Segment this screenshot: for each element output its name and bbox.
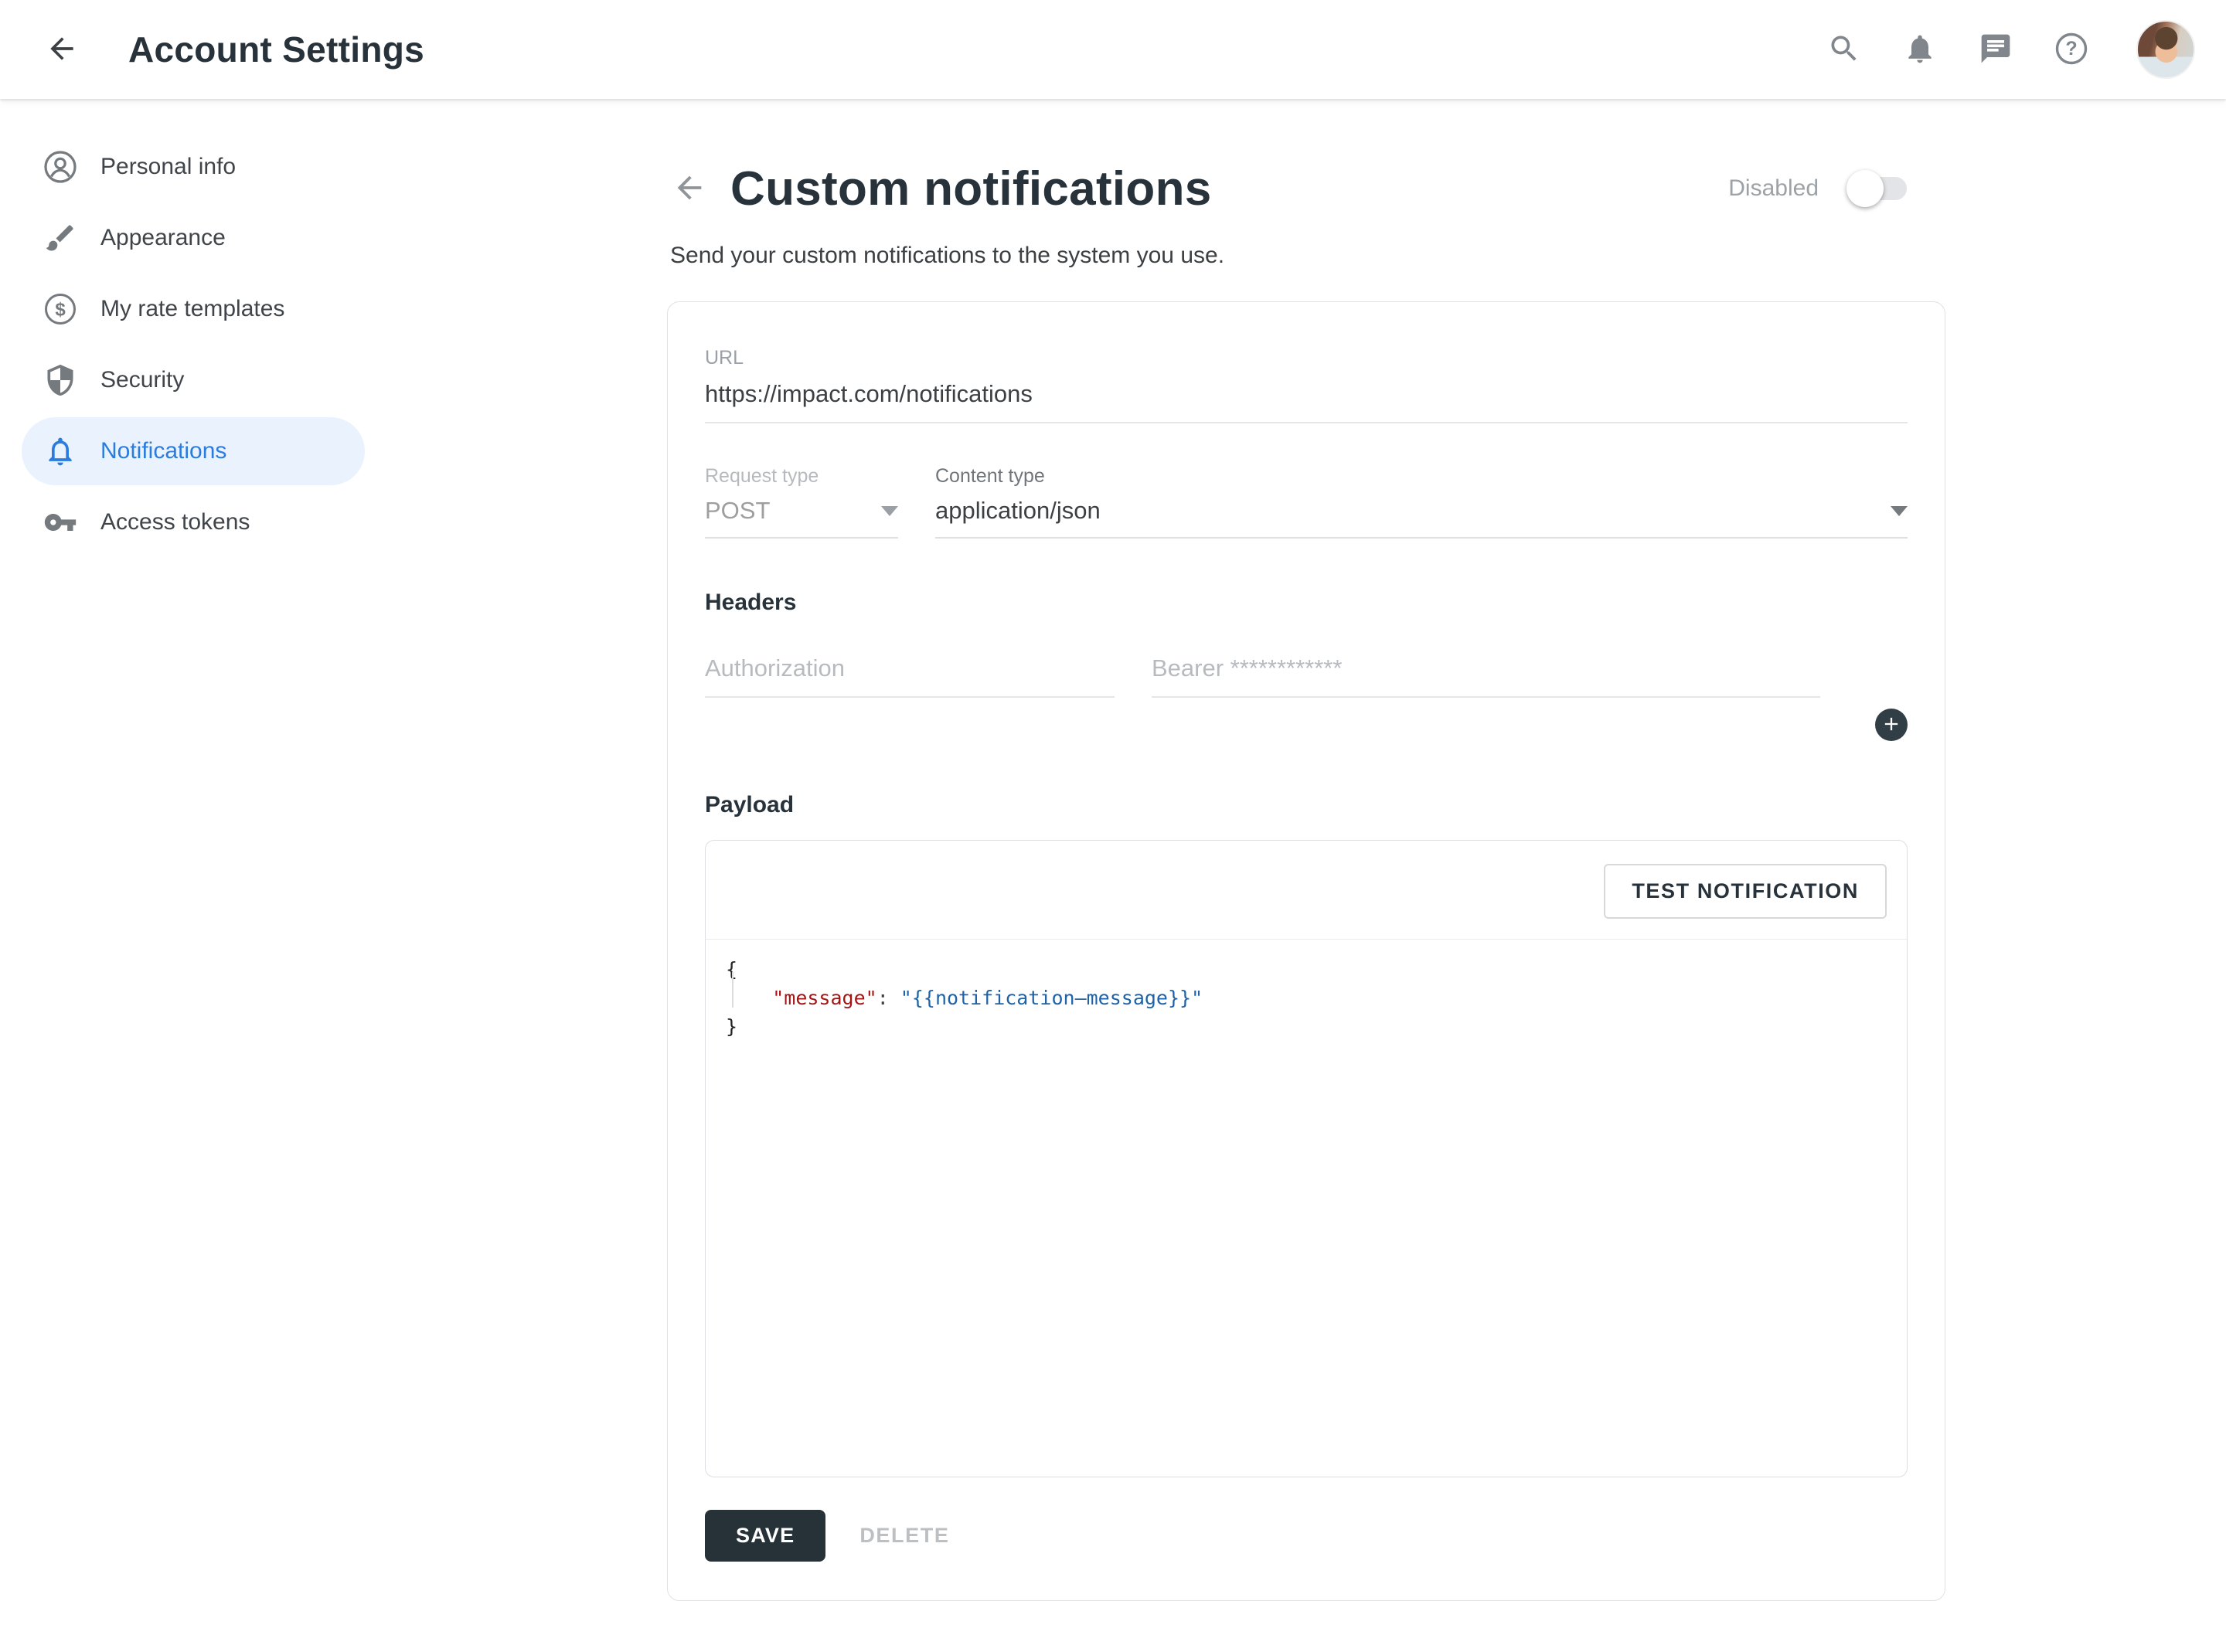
content-type-field: Content type application/json bbox=[935, 465, 1908, 539]
chevron-down-icon bbox=[1891, 506, 1908, 516]
save-button[interactable]: SAVE bbox=[705, 1510, 825, 1562]
sidebar-item-label: Personal info bbox=[100, 154, 236, 180]
request-type-select: POST bbox=[705, 497, 898, 539]
headers-row bbox=[705, 644, 1908, 698]
sidebar-item-security[interactable]: Security bbox=[22, 346, 365, 414]
main-content: Custom notifications Disabled Send your … bbox=[667, 99, 1945, 1601]
chat-button[interactable] bbox=[1977, 31, 2014, 68]
payload-box: TEST NOTIFICATION { "message": "{{notifi… bbox=[705, 840, 1908, 1477]
url-field: URL bbox=[705, 347, 1908, 423]
svg-text:?: ? bbox=[2065, 38, 2077, 59]
sidebar-item-personal-info[interactable]: Personal info bbox=[22, 133, 365, 201]
sidebar-item-notifications[interactable]: Notifications bbox=[22, 417, 365, 485]
code-line: } bbox=[726, 1012, 1887, 1041]
code-line: { bbox=[726, 955, 1887, 984]
add-header-row bbox=[705, 709, 1908, 741]
request-type-label: Request type bbox=[705, 465, 898, 488]
brush-icon bbox=[43, 221, 77, 255]
sidebar-item-access-tokens[interactable]: Access tokens bbox=[22, 488, 365, 556]
indent-guide bbox=[732, 972, 733, 1008]
help-button[interactable]: ? bbox=[2053, 31, 2090, 68]
sidebar-item-label: Notifications bbox=[100, 438, 226, 464]
header-name-input[interactable] bbox=[705, 644, 1115, 698]
user-avatar[interactable] bbox=[2136, 20, 2195, 79]
payload-code-editor[interactable]: { "message": "{{notification—message}}" … bbox=[706, 940, 1907, 1477]
enable-toggle[interactable] bbox=[1850, 177, 1907, 200]
code-value: "{{notification—message}}" bbox=[900, 987, 1203, 1009]
request-type-field: Request type POST bbox=[705, 465, 898, 539]
test-notification-button[interactable]: TEST NOTIFICATION bbox=[1604, 864, 1887, 919]
notification-settings-card: URL Request type POST Content type appli… bbox=[667, 301, 1945, 1601]
plus-icon bbox=[1881, 713, 1902, 737]
code-line: "message": "{{notification—message}}" bbox=[726, 984, 1887, 1012]
headers-title: Headers bbox=[705, 590, 1908, 616]
arrow-back-icon bbox=[45, 56, 79, 68]
code-key: "message" bbox=[772, 987, 876, 1009]
help-icon: ? bbox=[2054, 32, 2088, 68]
toggle-label: Disabled bbox=[1728, 175, 1819, 202]
dollar-icon: $ bbox=[43, 292, 77, 326]
search-button[interactable] bbox=[1826, 31, 1863, 68]
sidebar-item-label: My rate templates bbox=[100, 296, 284, 322]
person-icon bbox=[43, 150, 77, 184]
topbar-back-button[interactable] bbox=[43, 31, 80, 68]
content-type-label: Content type bbox=[935, 465, 1908, 488]
code-separator: : bbox=[877, 987, 900, 1009]
topbar: Account Settings ? bbox=[0, 0, 2226, 99]
page-back-button[interactable] bbox=[670, 169, 709, 208]
page-heading-row: Custom notifications Disabled bbox=[667, 153, 1945, 224]
add-header-button[interactable] bbox=[1875, 709, 1908, 741]
chevron-down-icon bbox=[881, 506, 898, 516]
app-title: Account Settings bbox=[128, 29, 424, 70]
content-type-select[interactable]: application/json bbox=[935, 497, 1908, 539]
bell-icon bbox=[43, 434, 77, 468]
sidebar-item-label: Access tokens bbox=[100, 509, 250, 535]
search-icon bbox=[1827, 32, 1861, 68]
svg-text:$: $ bbox=[55, 300, 66, 321]
sidebar-item-label: Security bbox=[100, 367, 184, 393]
bell-icon bbox=[1903, 32, 1937, 68]
sidebar: Personal info Appearance $ My rate templ… bbox=[0, 99, 371, 559]
page-subtitle: Send your custom notifications to the sy… bbox=[667, 243, 1945, 269]
sidebar-item-my-rate-templates[interactable]: $ My rate templates bbox=[22, 275, 365, 343]
payload-title: Payload bbox=[705, 792, 1908, 818]
header-value-input[interactable] bbox=[1152, 644, 1820, 698]
page-title: Custom notifications bbox=[730, 161, 1212, 216]
payload-toolbar: TEST NOTIFICATION bbox=[706, 841, 1907, 940]
shield-icon bbox=[43, 363, 77, 397]
notifications-button[interactable] bbox=[1901, 31, 1938, 68]
url-label: URL bbox=[705, 347, 1908, 369]
sidebar-item-label: Appearance bbox=[100, 225, 226, 251]
type-selects-row: Request type POST Content type applicati… bbox=[705, 465, 1908, 539]
topbar-actions: ? bbox=[1826, 20, 2195, 79]
card-actions: SAVE DELETE bbox=[705, 1510, 1908, 1562]
key-icon bbox=[43, 505, 77, 539]
sidebar-item-appearance[interactable]: Appearance bbox=[22, 204, 365, 272]
delete-button: DELETE bbox=[859, 1524, 949, 1548]
content-type-value: application/json bbox=[935, 497, 1101, 525]
toggle-knob bbox=[1846, 170, 1884, 207]
enable-toggle-group: Disabled bbox=[1728, 175, 1907, 202]
request-type-value: POST bbox=[705, 497, 770, 525]
url-input[interactable] bbox=[705, 380, 1908, 423]
chat-icon bbox=[1979, 32, 2013, 68]
arrow-back-icon bbox=[672, 196, 707, 208]
